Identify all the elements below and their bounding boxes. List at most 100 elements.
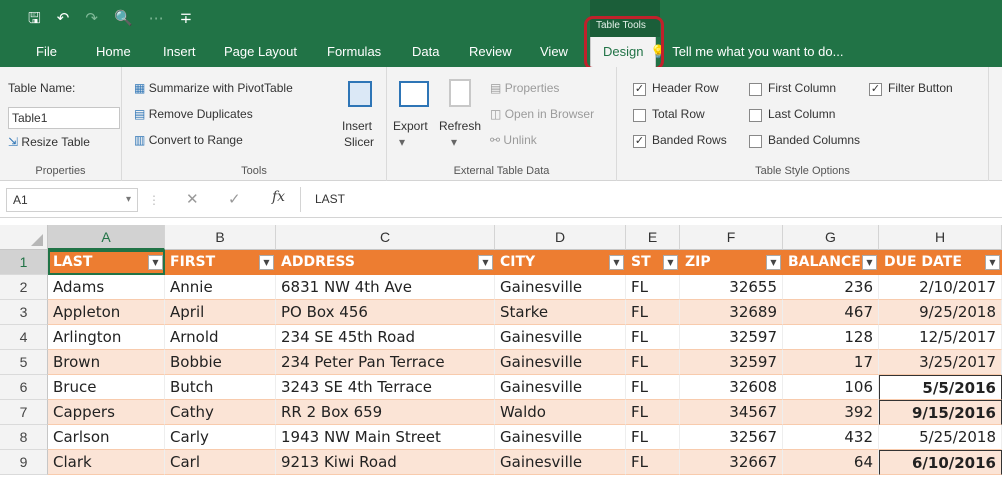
filter-dropdown-icon[interactable]: ▼ (663, 255, 678, 270)
summarize-pivot-button[interactable]: ▦ Summarize with PivotTable (134, 81, 293, 95)
name-box-dropdown-icon[interactable]: ▾ (126, 189, 131, 211)
filter-dropdown-icon[interactable]: ▼ (609, 255, 624, 270)
table-cell[interactable]: Butch (165, 375, 276, 400)
table-cell[interactable]: Bruce (48, 375, 165, 400)
table-cell[interactable]: Arlington (48, 325, 165, 350)
table-cell[interactable]: Arnold (165, 325, 276, 350)
table-cell[interactable]: FL (626, 275, 680, 300)
column-header-c[interactable]: C (276, 225, 495, 250)
select-all-button[interactable] (0, 225, 48, 250)
row-header[interactable]: 9 (0, 450, 48, 475)
refresh-button[interactable]: Refresh (439, 119, 481, 133)
table-name-input[interactable]: Table1 (8, 107, 120, 129)
table-cell[interactable]: 9213 Kiwi Road (276, 450, 495, 475)
refresh-dropdown-icon[interactable]: ▾ (451, 135, 457, 149)
table-cell[interactable]: Gainesville (495, 425, 626, 450)
table-cell[interactable]: Gainesville (495, 275, 626, 300)
table-cell[interactable]: FL (626, 350, 680, 375)
filter-dropdown-icon[interactable]: ▼ (478, 255, 493, 270)
table-cell[interactable]: Brown (48, 350, 165, 375)
table-cell[interactable]: 236 (783, 275, 879, 300)
table-cell[interactable]: 32567 (680, 425, 783, 450)
table-cell[interactable]: 234 Peter Pan Terrace (276, 350, 495, 375)
table-cell[interactable]: FL (626, 425, 680, 450)
table-cell[interactable]: 32667 (680, 450, 783, 475)
table-cell[interactable]: Starke (495, 300, 626, 325)
table-cell[interactable]: Adams (48, 275, 165, 300)
insert-slicer-label-2[interactable]: Slicer (344, 135, 374, 149)
name-box[interactable]: A1 ▾ (6, 188, 138, 212)
table-cell[interactable]: 2/10/2017 (879, 275, 1002, 300)
row-header[interactable]: 3 (0, 300, 48, 325)
table-cell[interactable]: 6831 NW 4th Ave (276, 275, 495, 300)
table-cell[interactable]: Gainesville (495, 325, 626, 350)
table-cell[interactable]: Carly (165, 425, 276, 450)
cancel-icon[interactable]: ✕ (186, 190, 199, 208)
filter-dropdown-icon[interactable]: ▼ (766, 255, 781, 270)
table-cell[interactable]: FL (626, 325, 680, 350)
undo-icon[interactable]: ↶ (57, 11, 70, 26)
properties-button[interactable]: ▤ Properties (490, 81, 559, 95)
table-cell[interactable]: Annie (165, 275, 276, 300)
customize-qat-icon[interactable]: ∓ (180, 11, 193, 26)
insert-function-icon[interactable]: fx (272, 189, 285, 205)
column-header-b[interactable]: B (165, 225, 276, 250)
tab-view[interactable]: View (540, 37, 568, 67)
first-column-checkbox[interactable] (749, 83, 762, 96)
row-header[interactable]: 4 (0, 325, 48, 350)
tab-review[interactable]: Review (469, 37, 512, 67)
table-cell[interactable]: 32597 (680, 325, 783, 350)
formula-input[interactable]: LAST (300, 187, 1002, 212)
total-row-checkbox[interactable] (633, 109, 646, 122)
filter-dropdown-icon[interactable]: ▼ (148, 255, 163, 270)
table-cell[interactable]: 467 (783, 300, 879, 325)
tab-file[interactable]: File (36, 37, 57, 67)
print-preview-icon[interactable]: 🔍 (114, 11, 133, 26)
column-title-balance[interactable]: BALANCE ▼ (783, 250, 879, 275)
table-cell[interactable]: 5/5/2016 (879, 375, 1002, 400)
table-cell[interactable]: 106 (783, 375, 879, 400)
table-cell[interactable]: 432 (783, 425, 879, 450)
column-header-a[interactable]: A (48, 225, 165, 250)
table-cell[interactable]: 64 (783, 450, 879, 475)
table-cell[interactable]: FL (626, 375, 680, 400)
table-cell[interactable]: Appleton (48, 300, 165, 325)
table-cell[interactable]: FL (626, 450, 680, 475)
table-cell[interactable]: 34567 (680, 400, 783, 425)
table-cell[interactable]: 32597 (680, 350, 783, 375)
table-cell[interactable]: 6/10/2016 (879, 450, 1002, 475)
column-header-e[interactable]: E (626, 225, 680, 250)
table-cell[interactable]: 234 SE 45th Road (276, 325, 495, 350)
column-header-f[interactable]: F (680, 225, 783, 250)
row-header[interactable]: 6 (0, 375, 48, 400)
table-cell[interactable]: FL (626, 400, 680, 425)
redo-icon[interactable]: ↷ (85, 11, 98, 26)
filter-dropdown-icon[interactable]: ▼ (259, 255, 274, 270)
filter-button-checkbox[interactable]: ✓ (869, 83, 882, 96)
enter-icon[interactable]: ✓ (228, 190, 241, 208)
table-cell[interactable]: Clark (48, 450, 165, 475)
convert-to-range-button[interactable]: ▥ Convert to Range (134, 133, 243, 147)
remove-duplicates-button[interactable]: ▤ Remove Duplicates (134, 107, 253, 121)
table-cell[interactable]: 32689 (680, 300, 783, 325)
column-title-city[interactable]: CITY ▼ (495, 250, 626, 275)
table-cell[interactable]: 32608 (680, 375, 783, 400)
table-cell[interactable]: RR 2 Box 659 (276, 400, 495, 425)
column-header-h[interactable]: H (879, 225, 1002, 250)
table-cell[interactable]: Cappers (48, 400, 165, 425)
tab-insert[interactable]: Insert (163, 37, 196, 67)
save-icon[interactable]: 🖫 (28, 11, 41, 26)
tab-formulas[interactable]: Formulas (327, 37, 381, 67)
row-header[interactable]: 7 (0, 400, 48, 425)
table-cell[interactable]: 9/15/2016 (879, 400, 1002, 425)
table-cell[interactable]: 5/25/2018 (879, 425, 1002, 450)
table-cell[interactable]: Gainesville (495, 375, 626, 400)
table-cell[interactable]: Carlson (48, 425, 165, 450)
resize-table-button[interactable]: ⇲ Resize Table (8, 135, 90, 149)
insert-slicer-label-1[interactable]: Insert (342, 119, 372, 133)
row-header[interactable]: 1 (0, 250, 48, 275)
row-header[interactable]: 2 (0, 275, 48, 300)
column-title-first[interactable]: FIRST ▼ (165, 250, 276, 275)
row-header[interactable]: 5 (0, 350, 48, 375)
table-cell[interactable]: Carl (165, 450, 276, 475)
